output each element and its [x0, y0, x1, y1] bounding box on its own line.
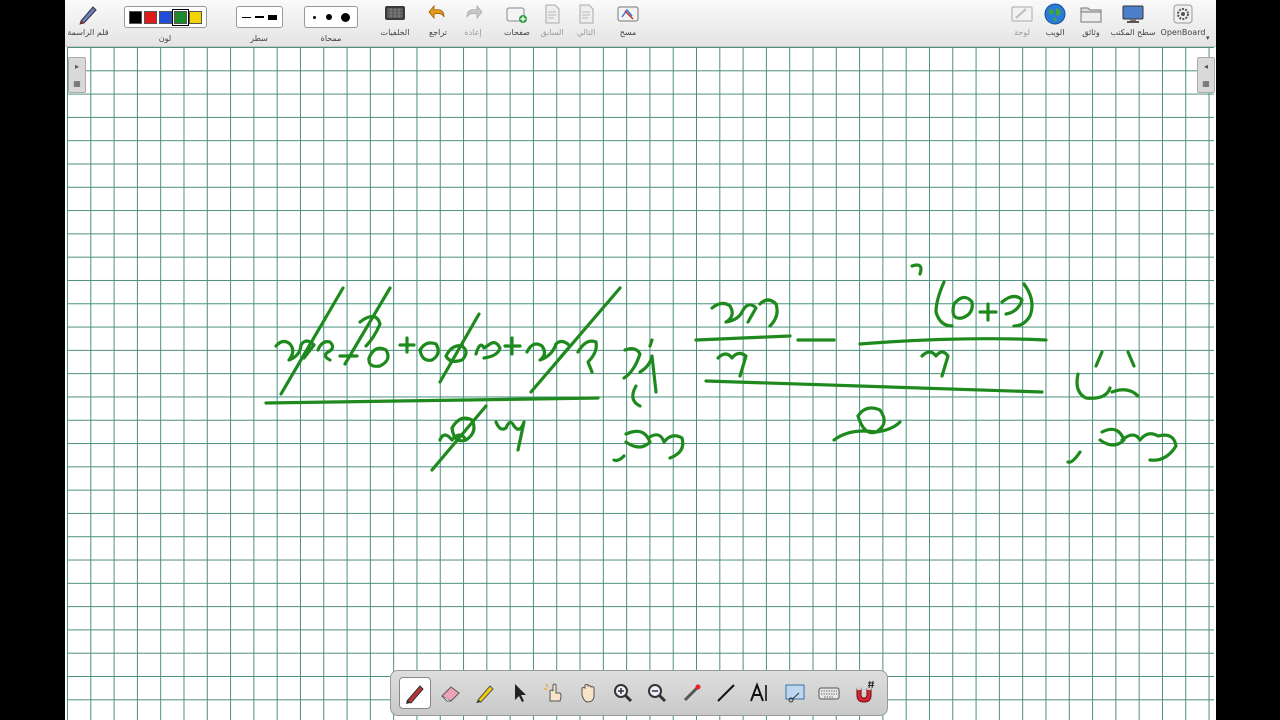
redo-label: إعادة — [464, 28, 482, 37]
openboard-window: قلم الراسمة لون سطر ممحاة الخلفيات تراجع… — [65, 0, 1216, 720]
previous-label: السابق — [540, 28, 564, 37]
expand-right-icon: ▸ — [74, 62, 79, 71]
color-label: لون — [158, 34, 172, 43]
openboard-label: OpenBoard — [1160, 28, 1206, 37]
board-icon — [1010, 2, 1034, 26]
color-swatch[interactable] — [128, 10, 142, 24]
keyboard-icon — [818, 687, 840, 700]
color-swatches — [123, 6, 207, 28]
clear-page-button[interactable]: مسح — [613, 2, 643, 44]
pen-icon — [76, 2, 100, 26]
highlighter-icon — [476, 685, 494, 703]
openboard-menu-button[interactable]: OpenBoard — [1159, 2, 1207, 44]
folder-icon — [1079, 2, 1103, 26]
previous-page-icon — [540, 2, 564, 26]
pen-tool[interactable] — [399, 677, 432, 709]
selector-icon — [515, 684, 527, 702]
color-swatch[interactable] — [171, 8, 189, 26]
redo-button[interactable]: إعادة — [458, 2, 488, 44]
undo-button[interactable]: تراجع — [423, 2, 453, 44]
expand-left-icon: ◂ — [1203, 62, 1208, 71]
backgrounds-button[interactable]: الخلفيات — [377, 2, 413, 44]
color-swatch[interactable] — [143, 10, 157, 24]
small-eraser-option[interactable] — [313, 15, 316, 19]
line-width-selector — [235, 6, 283, 28]
eraser-icon — [440, 686, 460, 702]
hand-icon — [581, 684, 595, 703]
undo-label: تراجع — [428, 28, 448, 37]
zoom-in-tool[interactable] — [608, 678, 638, 708]
large-eraser-option[interactable] — [341, 12, 350, 22]
desktop-icon — [1121, 2, 1145, 26]
add-page-icon — [505, 2, 529, 26]
pages-label: صفحات — [504, 28, 530, 37]
text-tool[interactable] — [745, 678, 775, 708]
backgrounds-icon — [383, 2, 407, 26]
board-mode-button[interactable]: لوحة — [1007, 2, 1037, 44]
stylus-palette — [390, 670, 888, 716]
thick-line-option[interactable] — [267, 14, 277, 20]
library-icon: ▦ — [1202, 79, 1210, 88]
backgrounds-label: الخلفيات — [380, 28, 410, 37]
desktop-label: سطح المكتب — [1110, 28, 1156, 37]
laser-pointer-tool[interactable] — [677, 678, 707, 708]
line-width-group: سطر — [228, 2, 290, 44]
eraser-tool[interactable] — [436, 678, 466, 708]
next-label: التالي — [576, 28, 596, 37]
pages-button[interactable]: صفحات — [501, 2, 533, 44]
right-palette-tab[interactable]: ◂ ▦ — [1197, 57, 1215, 93]
eraser-label: ممحاة — [320, 34, 342, 43]
grid-board[interactable] — [67, 47, 1214, 720]
zoom-out-tool[interactable] — [642, 678, 672, 708]
next-page-icon — [574, 2, 598, 26]
keyboard-tool[interactable] — [814, 678, 844, 708]
main-toolbar: قلم الراسمة لون سطر ممحاة الخلفيات تراجع… — [65, 0, 1216, 47]
clear-label: مسح — [619, 28, 637, 37]
web-label: الويب — [1045, 28, 1065, 37]
menu-arrow-icon[interactable]: ▾ — [1206, 34, 1210, 42]
color-swatch[interactable] — [158, 10, 172, 24]
color-group: لون — [115, 2, 215, 44]
line-icon — [717, 684, 735, 702]
eraser-size-selector — [304, 6, 358, 28]
thin-line-option[interactable] — [241, 16, 251, 18]
pen-tool-button[interactable]: قلم الراسمة — [67, 2, 109, 44]
color-swatch[interactable] — [188, 10, 202, 24]
magnet-tool[interactable] — [849, 678, 879, 708]
clear-icon — [616, 2, 640, 26]
pen-label: قلم الراسمة — [67, 28, 109, 37]
undo-icon — [426, 2, 450, 26]
interact-icon — [543, 683, 562, 702]
web-mode-button[interactable]: الويب — [1039, 2, 1071, 44]
text-icon — [750, 682, 768, 702]
gear-icon — [1171, 2, 1195, 26]
line-tool[interactable] — [711, 678, 741, 708]
interact-tool[interactable] — [539, 678, 569, 708]
line-label: سطر — [250, 34, 268, 43]
next-page-button[interactable]: التالي — [571, 2, 601, 44]
eraser-size-group: ممحاة — [300, 2, 362, 44]
documents-label: وثائق — [1082, 28, 1100, 37]
medium-eraser-option[interactable] — [326, 14, 332, 20]
board-label: لوحة — [1014, 28, 1030, 37]
pages-list-icon: ▦ — [73, 79, 81, 88]
globe-icon — [1043, 2, 1067, 26]
capture-tool[interactable] — [780, 678, 810, 708]
selector-tool[interactable] — [504, 678, 534, 708]
medium-line-option[interactable] — [254, 16, 264, 18]
documents-mode-button[interactable]: وثائق — [1075, 2, 1107, 44]
left-palette-tab[interactable]: ▸ ▦ — [68, 57, 86, 93]
laser-pointer-icon — [683, 684, 701, 702]
hand-tool[interactable] — [573, 678, 603, 708]
highlighter-tool[interactable] — [470, 678, 500, 708]
magnet-icon — [856, 681, 874, 703]
redo-icon — [461, 2, 485, 26]
pen-icon — [406, 685, 424, 704]
zoom-out-icon — [648, 684, 667, 703]
previous-page-button[interactable]: السابق — [537, 2, 567, 44]
zoom-in-icon — [613, 684, 632, 703]
capture-icon — [785, 684, 805, 703]
desktop-mode-button[interactable]: سطح المكتب — [1109, 2, 1157, 44]
